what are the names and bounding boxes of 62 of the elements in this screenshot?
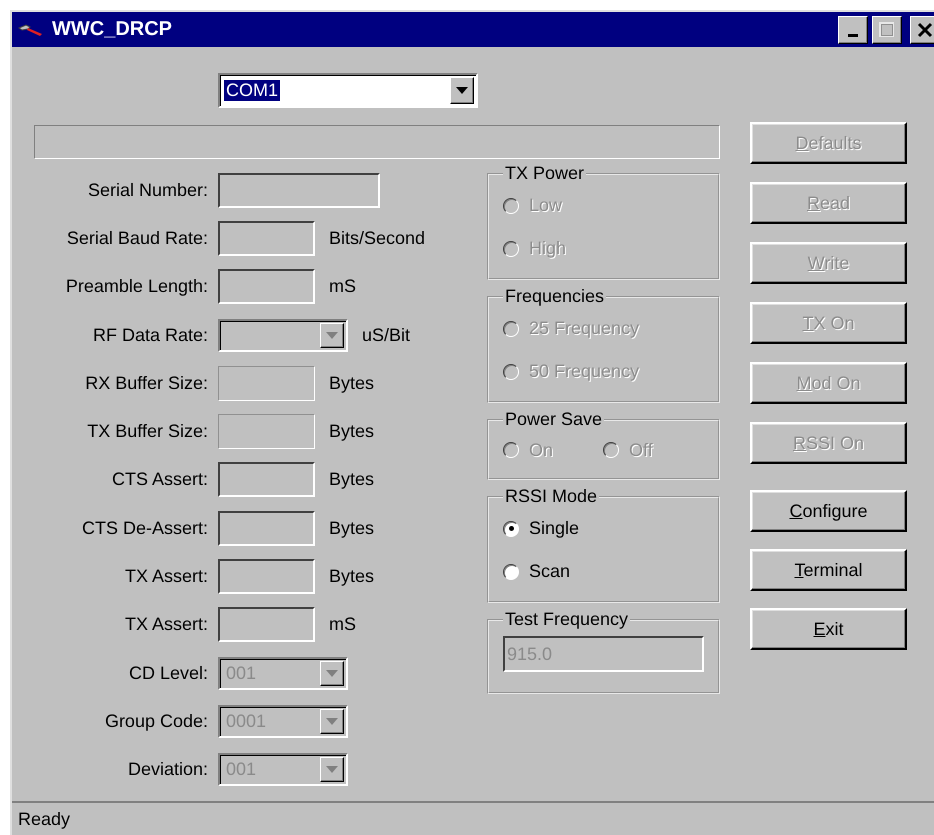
field-label: RX Buffer Size:	[84, 372, 208, 394]
caret-icon	[326, 670, 338, 677]
unit-label: mS	[329, 276, 356, 298]
close-button[interactable]	[910, 16, 934, 44]
maximize-icon	[879, 22, 895, 38]
action-button[interactable]: RSSI On	[750, 422, 907, 464]
action-button[interactable]: Defaults	[750, 122, 907, 164]
close-icon	[917, 22, 933, 38]
unit-label: Bytes	[329, 566, 374, 588]
port-dropdown[interactable]: COM1	[218, 73, 478, 108]
unit-label: mS	[329, 614, 356, 636]
field-label: RF Data Rate:	[92, 324, 208, 346]
caret-icon	[326, 766, 338, 774]
status-text: Ready	[18, 808, 70, 830]
field-label: Group Code:	[104, 710, 208, 732]
unit-label: uS/Bit	[362, 324, 410, 346]
caret-icon	[326, 718, 338, 725]
field-label: TX Buffer Size:	[86, 421, 208, 442]
maximize-button[interactable]	[872, 16, 902, 44]
group-title: Frequencies	[504, 286, 606, 307]
caret-icon	[456, 87, 468, 94]
group-title: Power Save	[504, 409, 604, 430]
field-label: CTS Assert:	[110, 469, 208, 490]
input-field[interactable]	[218, 462, 315, 498]
group-title: TX Power	[504, 163, 586, 184]
caret-icon	[326, 332, 338, 339]
field-label: TX Assert:	[124, 614, 208, 636]
tool-icon	[18, 22, 44, 36]
action-button[interactable]: Write	[750, 242, 907, 284]
window-title: WWC_DRCP	[52, 18, 172, 41]
minimize-icon	[848, 34, 858, 37]
radio-option[interactable]: Single	[503, 507, 704, 550]
action-button[interactable]: TX On	[750, 302, 907, 344]
port-value: COM1	[224, 80, 280, 101]
radio-option[interactable]: Scan	[503, 550, 704, 593]
unit-label: Bits/Second	[329, 228, 426, 249]
unit-label: Bytes	[329, 372, 374, 394]
dropdown-button[interactable]	[450, 77, 474, 104]
action-button[interactable]: Exit	[750, 608, 907, 650]
action-button[interactable]: Configure	[750, 490, 907, 532]
input-field[interactable]	[218, 607, 315, 642]
input-field[interactable]	[218, 510, 315, 546]
field-label: Serial Baud Rate:	[66, 228, 208, 249]
unit-label: Bytes	[329, 421, 374, 442]
field-label: TX Assert:	[124, 566, 208, 588]
input-field[interactable]	[218, 269, 315, 304]
input-field[interactable]	[218, 220, 315, 256]
action-button[interactable]: Read	[750, 182, 907, 224]
field-label: Preamble Length:	[64, 276, 208, 298]
field-label: Deviation:	[126, 759, 208, 780]
field-label: CD Level:	[128, 662, 208, 684]
minimize-button[interactable]	[838, 16, 868, 44]
field-label: CTS De-Assert:	[80, 518, 208, 539]
field-label: Serial Number:	[86, 180, 208, 201]
group-title: Test Frequency	[504, 609, 630, 630]
action-button[interactable]: Terminal	[750, 549, 907, 591]
input-field[interactable]	[218, 559, 315, 594]
input-field[interactable]	[218, 172, 380, 208]
unit-label: Bytes	[329, 518, 374, 539]
action-button[interactable]: Mod On	[750, 362, 907, 404]
unit-label: Bytes	[329, 469, 374, 490]
group-title: RSSI Mode	[504, 486, 598, 507]
